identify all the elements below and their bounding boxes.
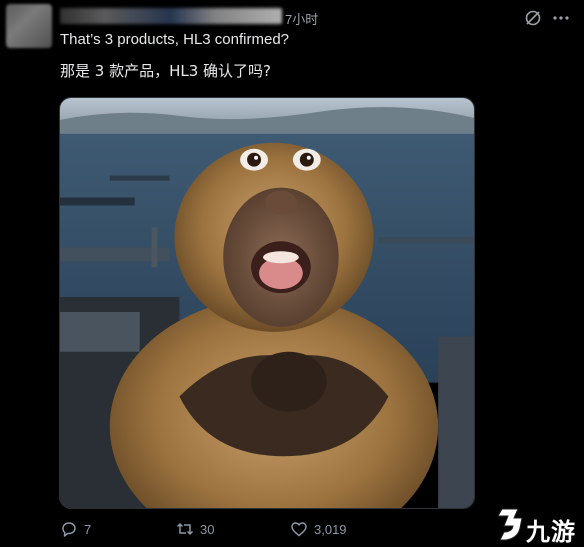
watermark: 九游 (492, 506, 582, 546)
monkey-photo-icon (60, 98, 474, 508)
like-count: 3,019 (314, 521, 347, 537)
jiuyou-logo-icon (497, 508, 523, 541)
reply-button[interactable]: 7 (60, 520, 91, 538)
heart-icon (291, 522, 307, 537)
repost-button[interactable]: 30 (176, 520, 214, 538)
repost-icon (176, 522, 194, 536)
like-button[interactable]: 3,019 (290, 520, 347, 538)
post-image[interactable] (59, 97, 475, 509)
reply-count: 7 (84, 521, 92, 537)
action-bar: 7 30 3,019 (60, 520, 480, 542)
timestamp[interactable]: 7小时 (285, 9, 318, 28)
repost-count: 30 (200, 521, 215, 537)
more-options-icon[interactable] (551, 9, 571, 27)
post-text-chinese: 那是 3 款产品，HL3 确认了吗? (60, 62, 271, 80)
post-text-english: That’s 3 products, HL3 confirmed? (60, 31, 290, 48)
tweet-post: 7小时 That’s 3 products, HL3 confirmed? 那是… (0, 0, 584, 547)
author-name-redacted[interactable] (60, 8, 282, 24)
watermark-text: 九游 (526, 518, 576, 546)
grok-icon[interactable] (524, 9, 542, 27)
reply-icon (62, 522, 76, 537)
avatar[interactable] (6, 4, 52, 48)
